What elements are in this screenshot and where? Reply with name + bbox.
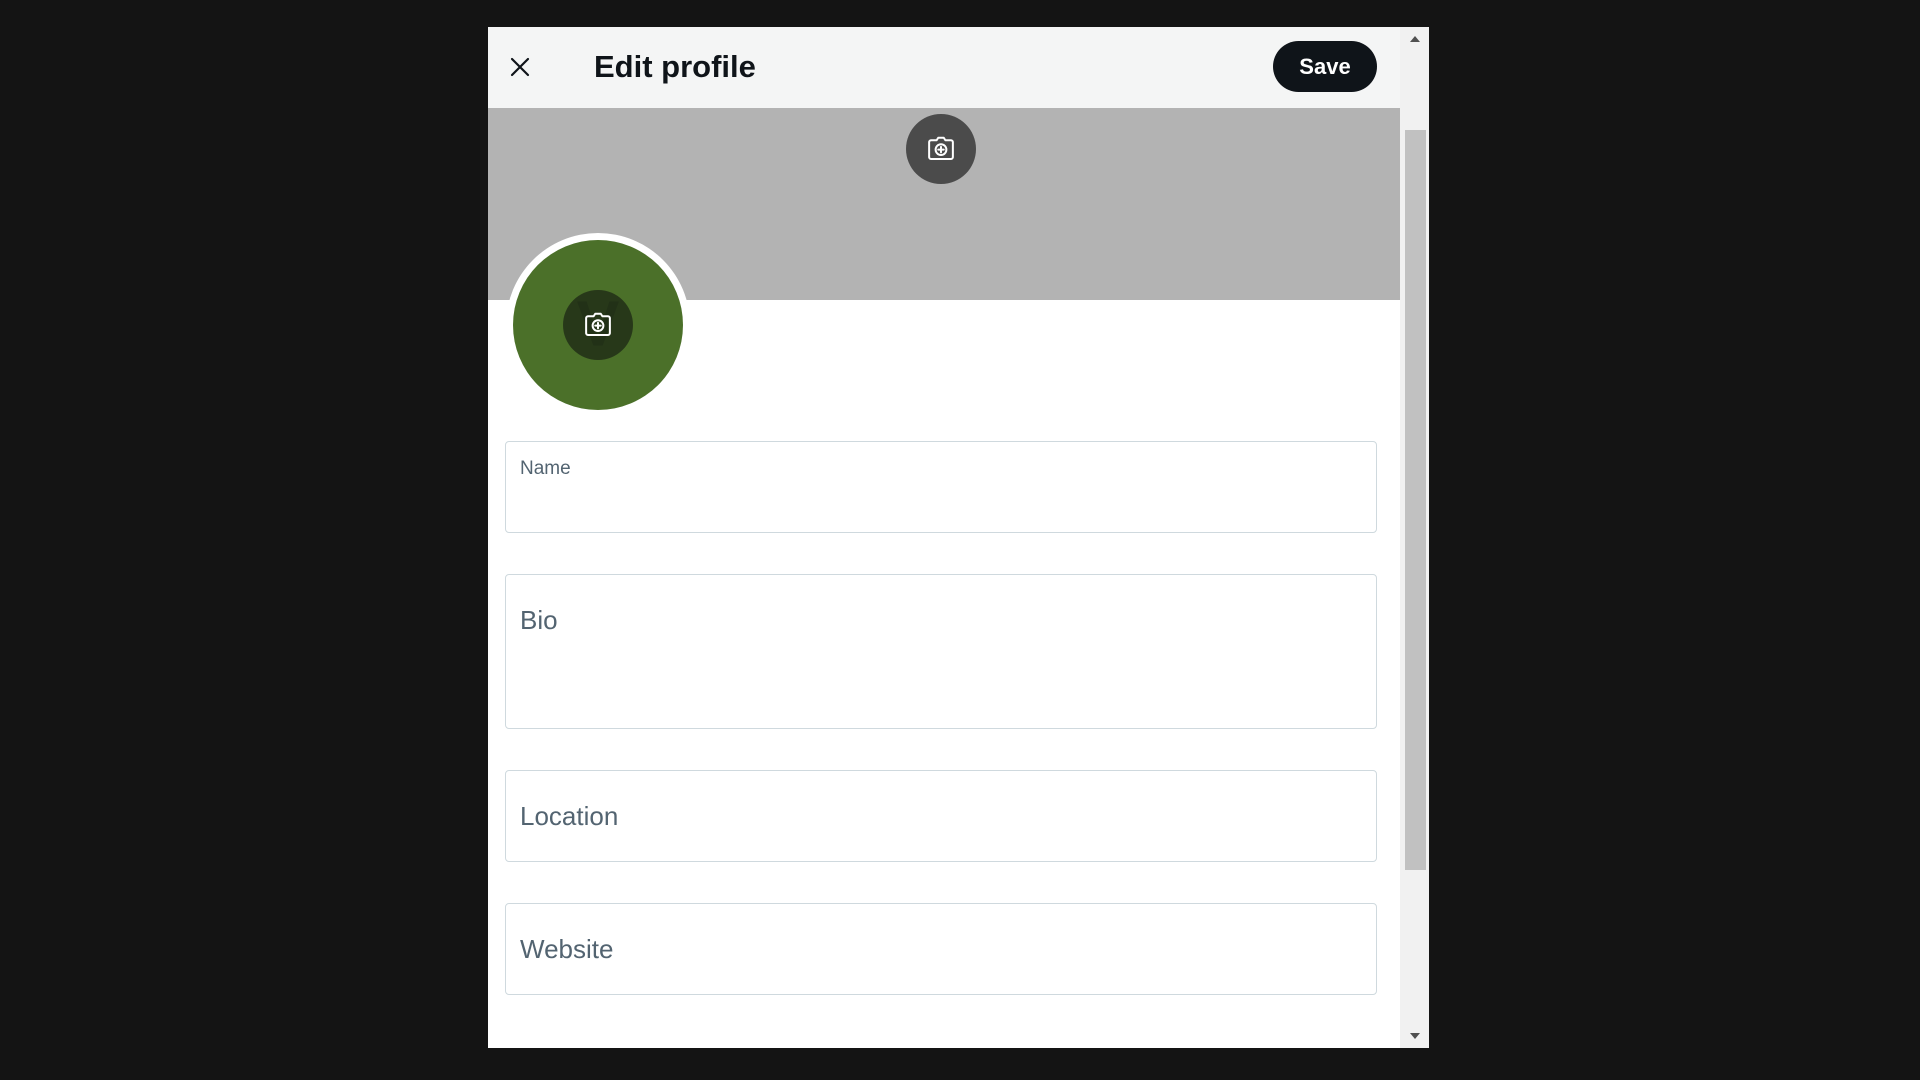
save-button[interactable]: Save <box>1273 41 1377 92</box>
next-field-partial <box>505 1041 705 1048</box>
close-icon <box>510 57 530 77</box>
location-placeholder: Location <box>520 801 619 831</box>
location-field[interactable]: Location <box>505 770 1377 862</box>
scroll-down-arrow-icon <box>1409 1033 1420 1039</box>
scroll-up-arrow-icon <box>1409 36 1420 42</box>
name-field-label: Name <box>520 458 571 479</box>
scroll-up-button[interactable] <box>1400 29 1429 49</box>
scrollbar[interactable] <box>1400 27 1429 1048</box>
avatar-image: V <box>513 240 683 410</box>
name-field[interactable]: Name <box>505 441 1377 533</box>
add-banner-photo-button[interactable] <box>906 114 976 184</box>
scroll-down-button[interactable] <box>1400 1026 1429 1046</box>
bio-placeholder: Bio <box>520 605 558 635</box>
close-button[interactable] <box>498 45 542 89</box>
scrollbar-thumb[interactable] <box>1405 130 1426 870</box>
bio-field[interactable]: Bio <box>505 574 1377 729</box>
name-input[interactable] <box>520 488 1362 522</box>
dialog-scroll-area: Edit profile Save V <box>488 27 1400 1048</box>
dialog-header: Edit profile Save <box>488 27 1400 108</box>
add-avatar-photo-button[interactable] <box>563 290 633 360</box>
add-photo-icon <box>585 312 611 336</box>
website-placeholder: Website <box>520 934 614 964</box>
add-photo-icon <box>928 136 954 160</box>
dialog-title: Edit profile <box>594 49 756 84</box>
website-field[interactable]: Website <box>505 903 1377 995</box>
edit-profile-dialog: Edit profile Save V <box>488 27 1429 1048</box>
avatar: V <box>506 233 690 417</box>
